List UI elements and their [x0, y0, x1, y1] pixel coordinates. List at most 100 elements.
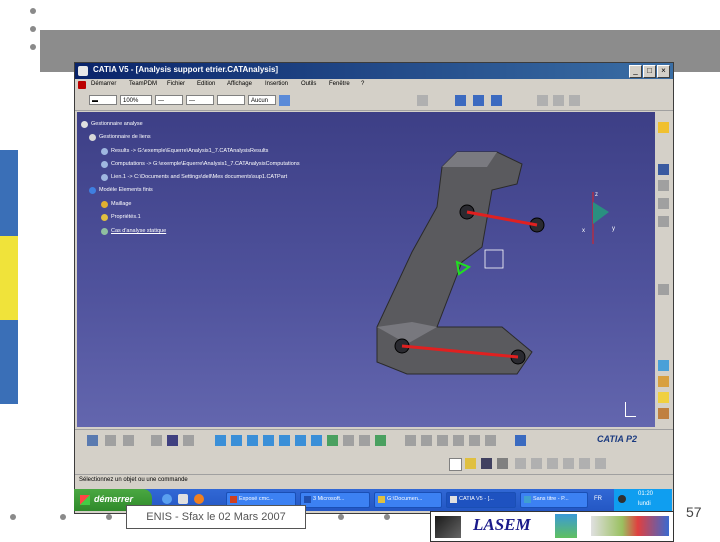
- update-icon[interactable]: [537, 95, 548, 106]
- pan-view-icon[interactable]: [247, 435, 258, 446]
- analysis-tool-icon[interactable]: [485, 435, 496, 446]
- style-combo[interactable]: Aucun: [248, 95, 276, 105]
- menu-outils[interactable]: Outils: [301, 81, 316, 87]
- pan-icon[interactable]: [658, 198, 669, 209]
- taskbar-item-catia[interactable]: CATIA V5 - [...: [446, 492, 516, 508]
- menu-demarrer[interactable]: Démarrer: [91, 81, 116, 87]
- compute-icon[interactable]: [515, 435, 526, 446]
- compass-y-label: y: [612, 226, 615, 232]
- fit-icon[interactable]: [658, 180, 669, 191]
- grid-icon[interactable]: [167, 435, 178, 446]
- whats-this-icon[interactable]: [595, 458, 606, 469]
- new-file-icon[interactable]: [449, 458, 462, 471]
- restraint-tool-icon[interactable]: [87, 435, 98, 446]
- load-tool-icon[interactable]: [123, 435, 134, 446]
- hand-tool-icon[interactable]: [417, 95, 428, 106]
- menu-help[interactable]: ?: [361, 81, 364, 87]
- swap-icon[interactable]: [375, 435, 386, 446]
- zoom-out-icon[interactable]: [295, 435, 306, 446]
- menu-insertion[interactable]: Insertion: [265, 81, 288, 87]
- menu-affichage[interactable]: Affichage: [227, 81, 252, 87]
- clock-time[interactable]: 01:20: [638, 491, 653, 497]
- quicklaunch-ie-icon[interactable]: [162, 494, 172, 504]
- hide-show-icon[interactable]: [359, 435, 370, 446]
- copy-icon[interactable]: [553, 95, 564, 106]
- bullet-dot: [384, 514, 390, 520]
- zoom-in-icon[interactable]: [279, 435, 290, 446]
- page-number: 57: [686, 504, 702, 520]
- view-icon[interactable]: [658, 164, 669, 175]
- taskbar-item-microsoft[interactable]: 3 Microsoft...: [300, 492, 370, 508]
- normal-view-icon[interactable]: [311, 435, 322, 446]
- sketch-icon[interactable]: [491, 95, 502, 106]
- measure-icon[interactable]: [183, 435, 194, 446]
- quicklaunch-desktop-icon[interactable]: [178, 494, 188, 504]
- undo-icon[interactable]: [563, 458, 574, 469]
- menu-edition[interactable]: Edition: [197, 81, 215, 87]
- paste-icon[interactable]: [547, 458, 558, 469]
- fit-all-icon[interactable]: [231, 435, 242, 446]
- menu-fichier[interactable]: Fichier: [167, 81, 185, 87]
- line-style-combo[interactable]: —: [186, 95, 214, 105]
- analysis-tool-icon[interactable]: [469, 435, 480, 446]
- rotate-view-icon[interactable]: [263, 435, 274, 446]
- layer-combo[interactable]: [217, 95, 245, 105]
- cut-icon[interactable]: [515, 458, 526, 469]
- axis-system-icon[interactable]: [455, 95, 466, 106]
- menu-fenetre[interactable]: Fenêtre: [329, 81, 350, 87]
- rotate-icon[interactable]: [658, 216, 669, 227]
- status-message: Sélectionnez un objet ou une commande: [79, 477, 188, 483]
- print-icon[interactable]: [497, 458, 508, 469]
- partner-logos: LASEM: [430, 511, 674, 542]
- fly-icon[interactable]: [215, 435, 226, 446]
- function-icon[interactable]: [151, 435, 162, 446]
- quicklaunch-media-icon[interactable]: [194, 494, 204, 504]
- analysis-tool-icon[interactable]: [437, 435, 448, 446]
- tray-network-icon[interactable]: [618, 495, 626, 503]
- paste-icon[interactable]: [569, 95, 580, 106]
- language-indicator[interactable]: FR: [594, 496, 602, 502]
- spring-icon[interactable]: [658, 408, 669, 419]
- line-weight-combo[interactable]: —: [155, 95, 183, 105]
- analysis-tool-icon[interactable]: [421, 435, 432, 446]
- save-icon[interactable]: [481, 458, 492, 469]
- part-3d-model[interactable]: z y x: [77, 112, 655, 427]
- paint-brush-icon[interactable]: [279, 95, 290, 106]
- lasem-logo-text: LASEM: [473, 515, 531, 534]
- open-folder-icon[interactable]: [465, 458, 476, 469]
- clamp-tool-icon[interactable]: [105, 435, 116, 446]
- folder-icon: [378, 496, 385, 503]
- menu-teampdm[interactable]: TeamPDM: [129, 81, 157, 87]
- catia-window: CATIA V5 - [Analysis support etrier.CATA…: [74, 62, 674, 514]
- bullet-dot: [30, 44, 36, 50]
- analysis-tool-icon[interactable]: [405, 435, 416, 446]
- redo-icon[interactable]: [579, 458, 590, 469]
- catia-brand: CATIA P2: [597, 434, 638, 444]
- taskbar-item-documents[interactable]: G:\Documen...: [374, 492, 442, 508]
- table-icon[interactable]: [658, 284, 669, 295]
- zoom-combo[interactable]: 100%: [120, 95, 152, 105]
- bullet-dot: [30, 26, 36, 32]
- compass-icon[interactable]: [473, 95, 484, 106]
- side-accent-blue: [0, 320, 18, 404]
- paint-icon: [524, 496, 531, 503]
- title-bar[interactable]: CATIA V5 - [Analysis support etrier.CATA…: [75, 63, 673, 79]
- maximize-button[interactable]: □: [643, 65, 656, 78]
- views-icon[interactable]: [327, 435, 338, 446]
- minimize-button[interactable]: _: [629, 65, 642, 78]
- close-button[interactable]: ×: [657, 65, 670, 78]
- select-arrow-icon[interactable]: [658, 122, 669, 133]
- right-toolbar: [655, 112, 673, 427]
- render-style-icon[interactable]: [343, 435, 354, 446]
- bulb-icon[interactable]: [658, 392, 669, 403]
- side-accent-yellow: [0, 236, 18, 320]
- taskbar-item-label: 3 Microsoft...: [313, 496, 345, 502]
- analysis-tool-icon[interactable]: [453, 435, 464, 446]
- mesh-visualization-icon[interactable]: [658, 360, 669, 371]
- enis-logo: [435, 516, 461, 538]
- 3d-viewport[interactable]: Gestionnaire analyse Gestionnaire de lie…: [77, 112, 655, 427]
- material-icon[interactable]: [658, 376, 669, 387]
- copy-icon[interactable]: [531, 458, 542, 469]
- taskbar-item-paint[interactable]: Sans titre - P...: [520, 492, 588, 508]
- line-type-combo[interactable]: ▬: [89, 95, 117, 105]
